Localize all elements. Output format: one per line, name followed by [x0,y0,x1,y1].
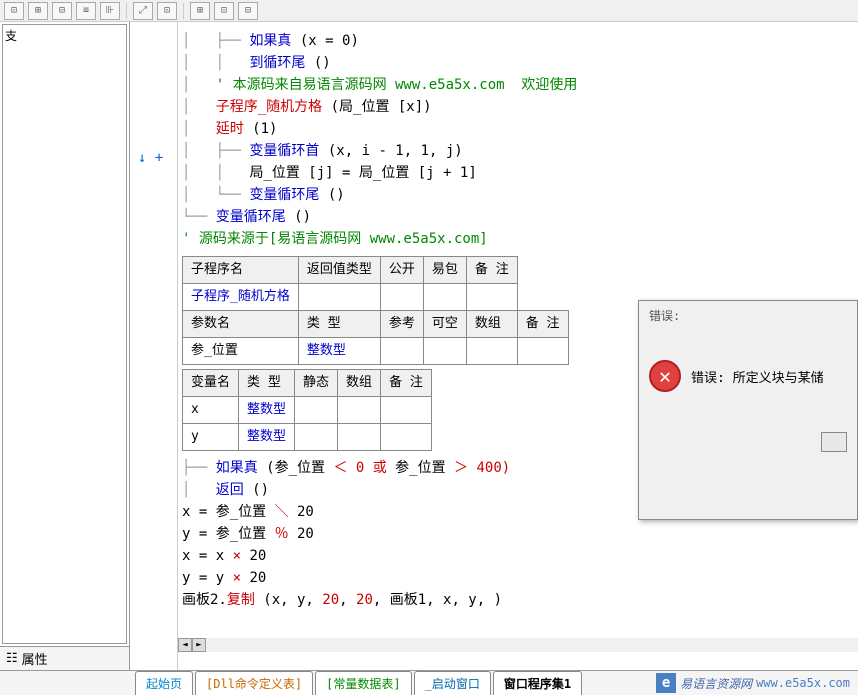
td[interactable] [295,424,338,451]
left-panel: 支 ☷ 属性 [0,22,130,670]
toolbar-btn-5[interactable]: ⊪ [100,2,120,20]
td[interactable] [338,397,381,424]
dialog-ok-button[interactable] [821,432,847,452]
td[interactable]: 子程序_随机方格 [183,284,299,311]
dialog-buttons [639,422,857,465]
td[interactable]: 参_位置 [183,338,299,365]
code-line: y = y × 20 [182,567,854,589]
tab-start-page[interactable]: 起始页 [135,671,193,695]
code-line: │ │ 局_位置 [j] = 局_位置 [j + 1] [182,162,854,184]
table-vars[interactable]: 变量名 类 型 静态 数组 备 注 x 整数型 y [182,369,432,451]
th: 数组 [466,311,517,338]
td[interactable] [381,397,432,424]
error-dialog: 错误: ✕ 错误: 所定义块与某储 [638,300,858,520]
code-line: ' 源码来源于[易语言源码网 www.e5a5x.com] [182,228,854,250]
toolbar-btn-2[interactable]: ⊞ [28,2,48,20]
toolbar-btn-1[interactable]: ⊡ [4,2,24,20]
th: 备 注 [466,257,517,284]
td[interactable] [466,284,517,311]
horizontal-scrollbar[interactable]: ◄ ► [178,638,858,652]
error-icon: ✕ [649,360,681,392]
dialog-message: 错误: 所定义块与某储 [691,367,824,386]
top-toolbar: ⊡ ⊞ ⊟ ≡ ⊪ ⤢ ⊡ ⊞ ⊡ ⊟ [0,0,858,22]
th: 数组 [338,370,381,397]
properties-icon: ☷ [6,651,18,666]
td[interactable]: y [183,424,239,451]
th: 备 注 [517,311,568,338]
td[interactable] [380,338,423,365]
code-line: │ 延时 (1) [182,118,854,140]
th: 易包 [423,257,466,284]
td[interactable]: 整数型 [239,424,295,451]
tab-dll-defs[interactable]: [Dll命令定义表] [195,671,313,695]
code-line: 画板2.复制 (x, y, 20, 20, 画板1, x, y, ) [182,589,854,611]
th: 参考 [380,311,423,338]
toolbar-btn-6[interactable]: ⤢ [133,2,153,20]
code-line: │ ' 本源码来自易语言源码网 www.e5a5x.com 欢迎使用 [182,74,854,96]
toolbar-separator [126,3,127,19]
watermark-text: 易语言资源网 [680,675,752,692]
tab-procedure-set[interactable]: 窗口程序集1 [493,671,582,695]
tab-startup-window[interactable]: _启动窗口 [414,671,491,695]
td[interactable] [380,284,423,311]
td[interactable] [298,284,380,311]
th: 类 型 [298,311,380,338]
watermark-logo-icon: e [656,673,676,693]
code-gutter: ↓ + [130,22,178,670]
toolbar-btn-8[interactable]: ⊞ [190,2,210,20]
th: 类 型 [239,370,295,397]
code-line: │ │ 到循环尾 () [182,52,854,74]
scroll-left-icon[interactable]: ◄ [178,638,192,652]
properties-label: 属性 [22,649,48,668]
td[interactable] [423,338,466,365]
scroll-right-icon[interactable]: ► [192,638,206,652]
toolbar-btn-10[interactable]: ⊟ [238,2,258,20]
td[interactable] [338,424,381,451]
td[interactable] [423,284,466,311]
gutter-marks[interactable]: ↓ + [138,150,163,166]
th: 公开 [380,257,423,284]
watermark-url: www.e5a5x.com [756,676,850,690]
code-line: │ ├── 变量循环首 (x, i - 1, 1, j) [182,140,854,162]
left-list[interactable]: 支 [2,24,127,644]
code-line: │ 子程序_随机方格 (局_位置 [x]) [182,96,854,118]
th: 变量名 [183,370,239,397]
th: 备 注 [381,370,432,397]
dialog-title: 错误: [639,301,857,330]
th: 参数名 [183,311,299,338]
toolbar-btn-4[interactable]: ≡ [76,2,96,20]
dialog-body: ✕ 错误: 所定义块与某储 [639,330,857,422]
properties-button[interactable]: ☷ 属性 [0,646,129,670]
toolbar-separator [183,3,184,19]
code-line: │ └── 变量循环尾 () [182,184,854,206]
toolbar-btn-7[interactable]: ⊡ [157,2,177,20]
td[interactable] [517,338,568,365]
tab-constants[interactable]: [常量数据表] [315,671,411,695]
toolbar-btn-3[interactable]: ⊟ [52,2,72,20]
left-item: 支 [3,25,126,46]
toolbar-btn-9[interactable]: ⊡ [214,2,234,20]
td[interactable] [295,397,338,424]
code-line: │ ├── 如果真 (x = 0) [182,30,854,52]
th: 静态 [295,370,338,397]
code-line: x = x × 20 [182,545,854,567]
code-line: └── 变量循环尾 () [182,206,854,228]
th: 子程序名 [183,257,299,284]
table-sub[interactable]: 子程序名 返回值类型 公开 易包 备 注 子程序_随机方格 参数 [182,256,569,365]
td[interactable]: 整数型 [298,338,380,365]
watermark: e 易语言资源网 www.e5a5x.com [656,673,850,693]
td[interactable]: 整数型 [239,397,295,424]
code-line: y = 参_位置 ％ 20 [182,523,854,545]
td[interactable]: x [183,397,239,424]
th: 可空 [423,311,466,338]
td[interactable] [466,338,517,365]
td[interactable] [381,424,432,451]
th: 返回值类型 [298,257,380,284]
